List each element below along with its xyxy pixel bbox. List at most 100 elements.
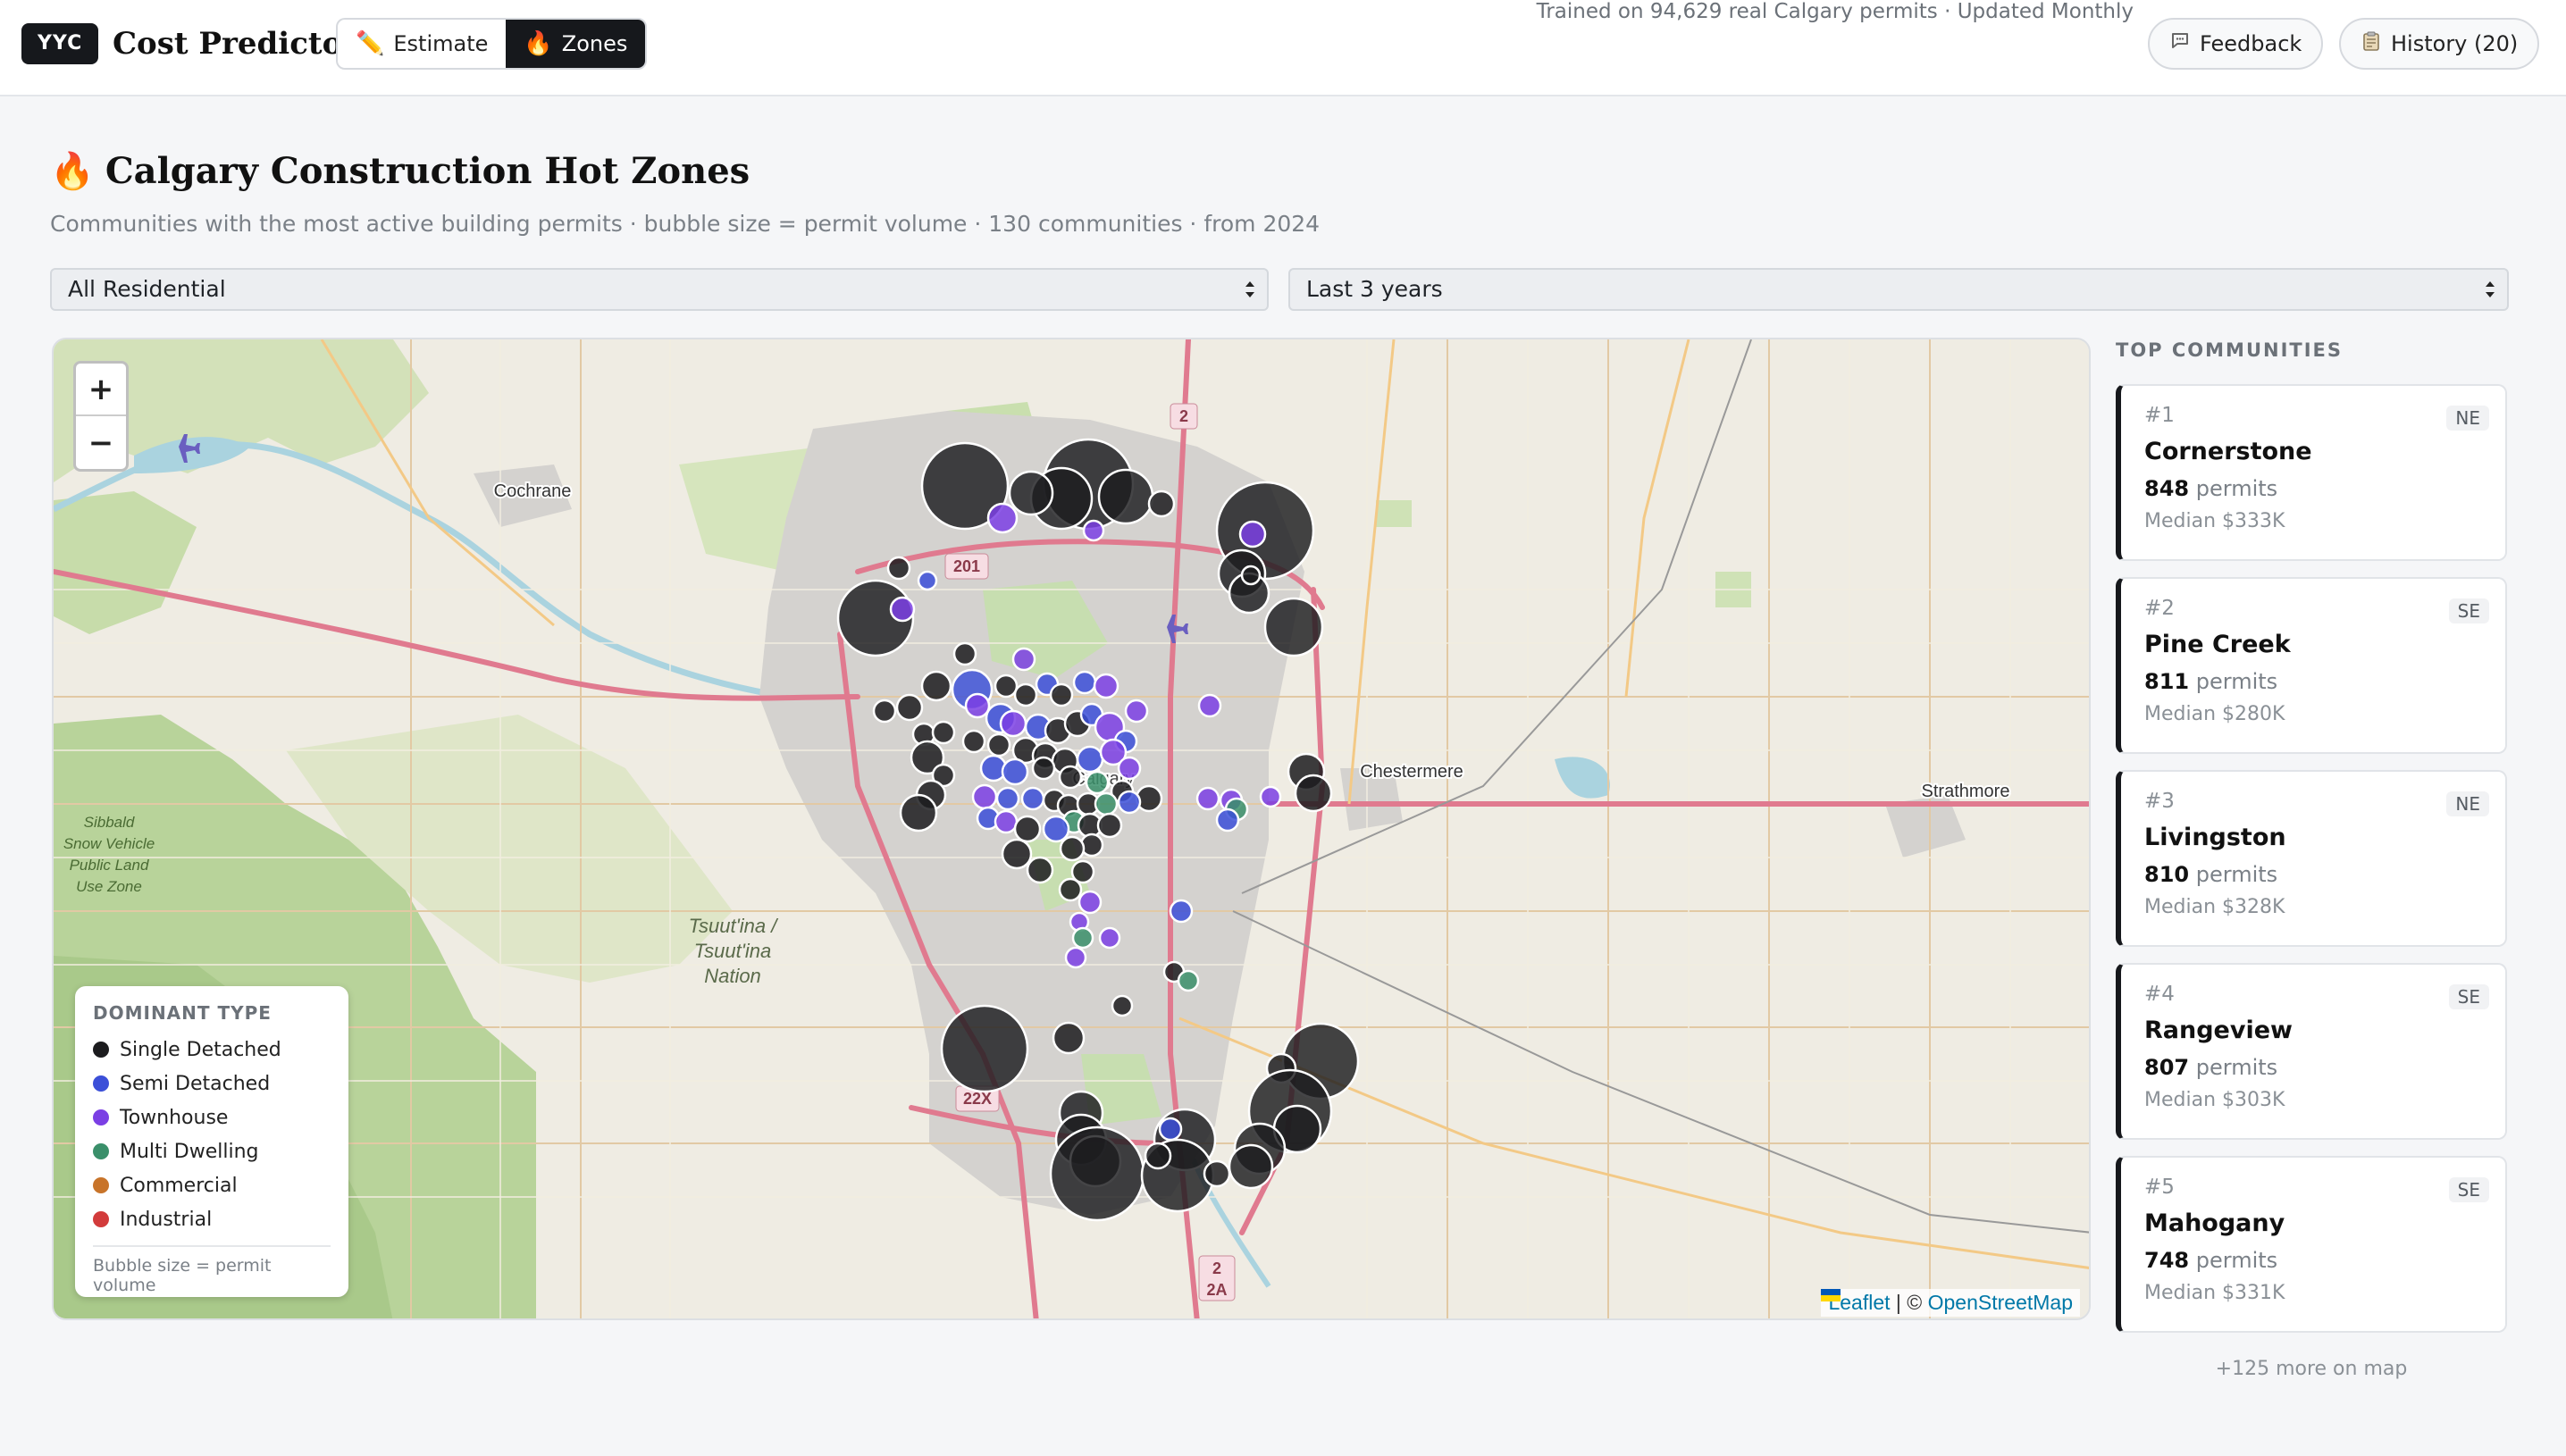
community-bubble[interactable] — [1098, 926, 1121, 950]
community-bubble[interactable] — [1158, 1117, 1183, 1142]
community-bubble[interactable] — [1096, 812, 1123, 839]
community-bubble[interactable] — [1078, 890, 1103, 915]
community-bubble[interactable] — [999, 709, 1027, 738]
community-bubble[interactable] — [1117, 756, 1142, 781]
community-bubble[interactable] — [1013, 682, 1038, 707]
community-bubble[interactable] — [1124, 699, 1149, 724]
community-bubble[interactable] — [986, 732, 1011, 757]
tab-estimate[interactable]: ✏️ Estimate — [338, 20, 506, 68]
community-bubble[interactable] — [895, 693, 924, 722]
history-label: History (20) — [2391, 31, 2519, 56]
feedback-button[interactable]: Feedback — [2148, 18, 2324, 70]
community-bubble[interactable] — [1020, 786, 1045, 811]
tab-zones[interactable]: 🔥 Zones — [506, 20, 646, 68]
openstreetmap-link[interactable]: OpenStreetMap — [1928, 1291, 2073, 1314]
community-bubble[interactable] — [1049, 1125, 1145, 1222]
community-bubble[interactable] — [1026, 856, 1054, 884]
community-bubble[interactable] — [1240, 565, 1262, 586]
community-card[interactable]: #3 NE Livingston 810 permits Median $328… — [2116, 770, 2507, 947]
community-bubble[interactable] — [1215, 807, 1240, 833]
community-bubble[interactable] — [1082, 519, 1105, 542]
community-bubble[interactable] — [917, 570, 938, 591]
community-bubble[interactable] — [1031, 756, 1056, 781]
community-bubble[interactable] — [1259, 785, 1282, 808]
permit-type-select[interactable]: All Residential — [50, 268, 1269, 311]
legend-dot — [93, 1075, 109, 1092]
tab-zones-label: Zones — [561, 31, 628, 56]
community-bubble[interactable] — [1263, 597, 1324, 657]
legend-dot — [93, 1042, 109, 1058]
community-bubble[interactable] — [1001, 838, 1033, 870]
community-bubble[interactable] — [940, 1004, 1029, 1093]
legend-item: Townhouse — [93, 1100, 331, 1134]
community-bubble[interactable] — [1144, 1142, 1172, 1170]
region-badge: NE — [2446, 791, 2489, 816]
community-card[interactable]: #2 SE Pine Creek 811 permits Median $280… — [2116, 577, 2507, 754]
legend-item: Multi Dwelling — [93, 1134, 331, 1168]
community-bubble[interactable] — [920, 670, 952, 702]
permit-bubbles[interactable] — [54, 339, 2091, 1320]
community-bubble[interactable] — [971, 783, 998, 810]
community-bubble[interactable] — [1117, 790, 1142, 815]
time-period-select[interactable]: Last 3 years — [1288, 268, 2509, 311]
community-median: Median $333K — [2144, 510, 2285, 532]
community-bubble[interactable] — [1238, 520, 1267, 548]
history-button[interactable]: History (20) — [2339, 18, 2540, 70]
community-card[interactable]: #4 SE Rangeview 807 permits Median $303K — [2116, 963, 2507, 1140]
community-bubble[interactable] — [952, 641, 977, 666]
community-bubble[interactable] — [1147, 490, 1176, 518]
community-bubble[interactable] — [1011, 647, 1036, 672]
community-bubble[interactable] — [1093, 673, 1119, 699]
permit-unit: permits — [2195, 669, 2278, 694]
brand-badge: YYC — [21, 23, 99, 64]
brand-title: Cost Predictor — [113, 26, 359, 62]
clipboard-icon — [2361, 30, 2382, 57]
community-bubble[interactable] — [1059, 835, 1086, 862]
community-bubble[interactable] — [1203, 1159, 1231, 1188]
community-bubble[interactable] — [1085, 770, 1110, 795]
community-bubble[interactable] — [1049, 682, 1074, 707]
community-card[interactable]: #1 NE Cornerstone 848 permits Median $33… — [2116, 384, 2507, 561]
community-bubble[interactable] — [1052, 1021, 1086, 1055]
community-rank: #5 — [2144, 1176, 2175, 1199]
community-bubble[interactable] — [1111, 994, 1134, 1017]
community-bubble[interactable] — [1197, 693, 1222, 718]
community-bubble[interactable] — [1177, 969, 1200, 992]
community-bubble[interactable] — [1001, 757, 1029, 786]
community-bubble[interactable] — [1097, 468, 1154, 525]
community-bubble[interactable] — [1064, 946, 1087, 969]
community-bubble[interactable] — [1008, 470, 1054, 516]
community-bubble[interactable] — [1228, 1143, 1274, 1190]
community-bubble[interactable] — [1169, 899, 1194, 924]
community-bubble[interactable] — [886, 556, 911, 581]
zoom-out-button[interactable]: − — [76, 416, 126, 469]
zoom-in-button[interactable]: + — [76, 364, 126, 416]
community-bubble[interactable] — [961, 729, 986, 754]
region-badge: SE — [2448, 984, 2489, 1009]
community-bubble[interactable] — [1013, 815, 1042, 843]
community-bubble[interactable] — [1072, 670, 1097, 695]
community-bubble[interactable] — [931, 720, 956, 745]
community-bubble[interactable] — [994, 809, 1019, 834]
community-bubble[interactable] — [1042, 815, 1070, 843]
legend-label: Multi Dwelling — [120, 1140, 259, 1163]
legend-item: Single Detached — [93, 1033, 331, 1067]
community-bubble[interactable] — [964, 692, 991, 719]
community-bubble[interactable] — [889, 596, 916, 623]
community-bubble[interactable] — [986, 502, 1019, 534]
community-bubble[interactable] — [899, 793, 938, 833]
community-bubble[interactable] — [1076, 745, 1104, 774]
legend-item: Semi Detached — [93, 1067, 331, 1100]
legend-title: DOMINANT TYPE — [93, 1002, 272, 1024]
community-card[interactable]: #5 SE Mahogany 748 permits Median $331K — [2116, 1156, 2507, 1333]
community-bubble[interactable] — [994, 674, 1019, 699]
community-bubble[interactable] — [1094, 791, 1119, 816]
community-bubble[interactable] — [872, 699, 897, 724]
community-bubble[interactable] — [1058, 877, 1083, 902]
map-canvas[interactable]: Cochrane Chestermere Strathmore Calgary … — [52, 338, 2091, 1320]
community-bubble[interactable] — [1071, 926, 1094, 950]
community-bubble[interactable] — [1195, 786, 1220, 811]
community-bubble[interactable] — [1294, 774, 1333, 813]
community-bubble[interactable] — [995, 786, 1020, 811]
community-bubble[interactable] — [1058, 765, 1083, 790]
